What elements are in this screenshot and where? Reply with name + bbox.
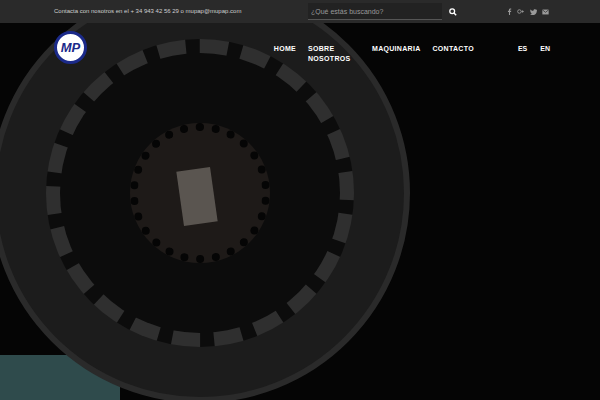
logo[interactable]: MP [54, 31, 87, 64]
main-nav: HOME SOBRE NOSOTROS MAQUINARIA CONTACTO [274, 31, 474, 64]
photo-ring [46, 39, 354, 347]
contact-text: Contacta con nosotros en el + 34 943 42 … [54, 7, 241, 16]
language-item[interactable]: ES [518, 44, 527, 54]
photo-hub [130, 123, 270, 263]
social-links [504, 7, 550, 17]
nav-item[interactable]: SOBRE NOSOTROS [308, 44, 360, 64]
nav-item[interactable]: CONTACTO [433, 44, 474, 54]
facebook-icon[interactable] [504, 7, 514, 17]
language-item[interactable]: EN [540, 44, 550, 54]
search-input[interactable] [308, 3, 442, 20]
logo-text: MP [61, 41, 81, 54]
photo-plate [176, 167, 217, 226]
nav-item[interactable]: HOME [274, 44, 296, 54]
search-icon[interactable] [448, 7, 458, 17]
search-bar [308, 3, 458, 20]
hero-photo [0, 23, 600, 400]
language-switcher: ES EN [518, 31, 550, 54]
photo-wheel [0, 23, 410, 400]
email-icon[interactable] [540, 7, 550, 17]
site-header: MP HOME SOBRE NOSOTROS MAQUINARIA CONTACTO ES… [0, 23, 600, 64]
twitter-icon[interactable] [528, 7, 538, 17]
nav-item[interactable]: MAQUINARIA [372, 44, 421, 54]
google-plus-icon[interactable] [516, 7, 526, 17]
hero-section: MP HOME SOBRE NOSOTROS MAQUINARIA CONTACTO ES… [0, 23, 600, 400]
top-bar: Contacta con nosotros en el + 34 943 42 … [0, 0, 600, 23]
